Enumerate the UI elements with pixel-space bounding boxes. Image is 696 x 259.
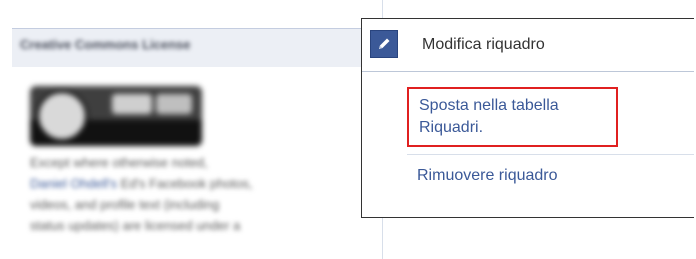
creative-commons-badge-icon [30,86,202,146]
menu-edit-header[interactable]: Modifica riquadro [362,19,694,72]
license-line: Daniel Ohdell's Ed's Facebook photos, [30,176,253,191]
box-options-menu: Modifica riquadro Sposta nella tabella R… [361,18,694,218]
move-to-boxes-tab-item[interactable]: Sposta nella tabella Riquadri. [407,87,618,147]
edit-box-label[interactable]: Modifica riquadro [422,36,545,54]
license-line: Except where otherwise noted, [30,155,208,170]
box-title: Creative Commons License [20,37,191,52]
move-to-boxes-tab-label[interactable]: Sposta nella tabella Riquadri. [419,95,614,139]
remove-box-item[interactable]: Rimuovere riquadro [417,165,558,187]
pencil-icon[interactable] [370,30,398,58]
license-text: Except where otherwise noted, Daniel Ohd… [30,152,375,236]
license-line: videos, and profile text (including [30,197,220,212]
license-line: status updates) are licensed under a [30,218,241,233]
license-link[interactable]: Daniel Ohdell's [30,176,117,191]
left-column: Creative Commons License Except where ot… [0,0,392,259]
menu-divider [407,154,694,155]
